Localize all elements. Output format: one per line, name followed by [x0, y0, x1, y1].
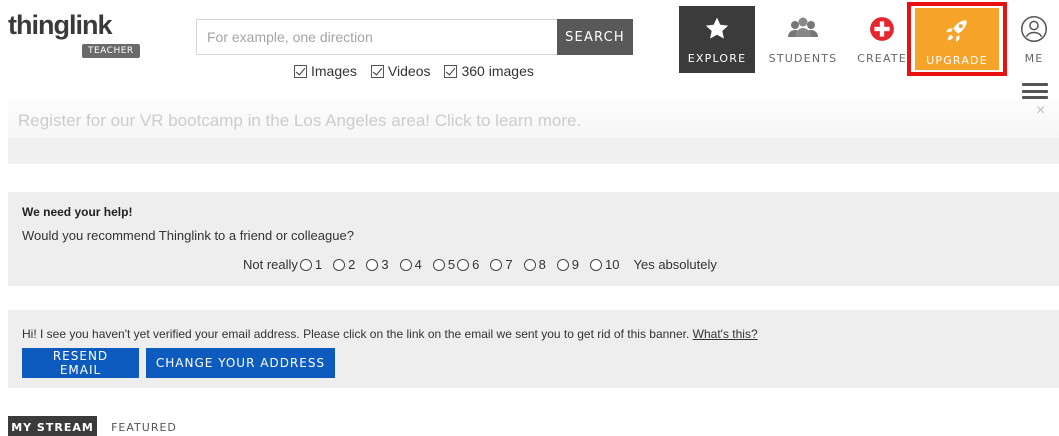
radio-icon[interactable] [333, 258, 346, 271]
search-filters: Images Videos 360 images [294, 61, 534, 81]
filter-images[interactable]: Images [294, 61, 357, 81]
rating-option-8[interactable]: 8 [523, 257, 546, 272]
rating-label: 7 [505, 257, 513, 272]
nav-upgrade[interactable]: UPGRADE [915, 8, 999, 70]
nav-explore[interactable]: EXPLORE [679, 6, 755, 73]
promo-banner[interactable]: Register for our VR bootcamp in the Los … [8, 100, 1059, 164]
change-address-button[interactable]: CHANGE YOUR ADDRESS [146, 348, 335, 378]
teacher-badge: TEACHER [82, 44, 140, 58]
images-checkbox[interactable] [294, 64, 307, 78]
filter-360-images[interactable]: 360 images [444, 61, 534, 81]
rating-option-4[interactable]: 4 [399, 257, 422, 272]
resend-email-button[interactable]: RESEND EMAIL [22, 348, 139, 378]
nav-create[interactable]: CREATE [852, 6, 912, 72]
verify-email-banner: Hi! I see you haven't yet verified your … [8, 310, 1059, 388]
rating-label: 1 [314, 257, 323, 272]
tab-my-stream[interactable]: MY STREAM [8, 416, 97, 436]
students-icon [786, 12, 820, 46]
verify-text-line: Hi! I see you haven't yet verified your … [22, 327, 758, 341]
radio-icon[interactable] [457, 258, 470, 271]
radio-icon[interactable] [590, 258, 603, 271]
nav-students[interactable]: STUDENTS [764, 6, 842, 72]
search-input[interactable] [197, 20, 557, 54]
radio-icon[interactable] [523, 258, 536, 271]
radio-icon[interactable] [299, 258, 312, 271]
rocket-icon [944, 14, 970, 48]
rating-label: 6 [472, 257, 480, 272]
nav-me[interactable]: ME [1012, 6, 1056, 72]
rating-label: 5 [447, 257, 456, 272]
rating-label: 10 [605, 257, 620, 272]
videos-checkbox[interactable] [370, 64, 384, 78]
radio-icon[interactable] [366, 258, 379, 271]
rating-label: 2 [348, 257, 356, 272]
rating-label: 9 [571, 257, 580, 272]
rating-option-3[interactable]: 3 [366, 257, 389, 272]
hamburger-menu-icon[interactable] [1022, 83, 1048, 99]
rating-label: 4 [414, 257, 422, 272]
filter-videos-label: Videos [387, 63, 431, 79]
nav-upgrade-label: UPGRADE [926, 54, 988, 67]
nav-me-label: ME [1024, 52, 1044, 65]
filter-360-label: 360 images [461, 63, 534, 79]
scale-right-label: Yes absolutely [633, 257, 717, 272]
radio-icon[interactable] [399, 258, 412, 271]
rating-label: 8 [538, 257, 546, 272]
rating-option-9[interactable]: 9 [556, 257, 580, 272]
radio-icon[interactable] [490, 258, 503, 271]
search-box [196, 19, 558, 55]
promo-text[interactable]: Register for our VR bootcamp in the Los … [18, 111, 581, 131]
rating-option-10[interactable]: 10 [590, 257, 620, 272]
rating-option-5[interactable]: 5 [432, 257, 456, 272]
survey-title: We need your help! [22, 205, 133, 219]
360-images-checkbox[interactable] [444, 64, 458, 78]
radio-icon[interactable] [556, 258, 569, 271]
plus-circle-icon [869, 12, 895, 46]
verify-message: Hi! I see you haven't yet verified your … [22, 327, 690, 341]
tab-featured[interactable]: FEATURED [104, 416, 184, 436]
survey-panel: We need your help! Would you recommend T… [8, 192, 1059, 286]
filter-videos[interactable]: Videos [370, 61, 431, 81]
rating-option-6[interactable]: 6 [457, 257, 479, 272]
filter-images-label: Images [311, 63, 357, 79]
nav-create-label: CREATE [857, 52, 907, 65]
radio-icon[interactable] [432, 258, 445, 271]
search-button[interactable]: SEARCH [557, 19, 633, 55]
logo-text: thinglink [8, 10, 112, 40]
whats-this-link[interactable]: What's this? [693, 327, 758, 341]
nav-explore-label: EXPLORE [687, 52, 747, 65]
rating-option-1[interactable]: 1 [299, 257, 323, 272]
thinglink-logo[interactable]: thinglink TEACHER [8, 10, 158, 60]
nav-students-label: STUDENTS [768, 52, 838, 65]
survey-scale: Not really 1 2 3 4 5 6 7 8 9 10 Yes abso… [243, 257, 717, 272]
header: thinglink TEACHER SEARCH Images Videos 3… [0, 0, 1059, 99]
rating-label: 3 [381, 257, 389, 272]
rating-option-7[interactable]: 7 [490, 257, 513, 272]
user-avatar-icon [1020, 12, 1048, 46]
promo-close-icon[interactable]: × [1036, 102, 1045, 120]
scale-left-label: Not really [243, 257, 298, 272]
survey-question: Would you recommend Thinglink to a frien… [22, 228, 354, 243]
star-icon [704, 12, 730, 46]
rating-option-2[interactable]: 2 [333, 257, 355, 272]
